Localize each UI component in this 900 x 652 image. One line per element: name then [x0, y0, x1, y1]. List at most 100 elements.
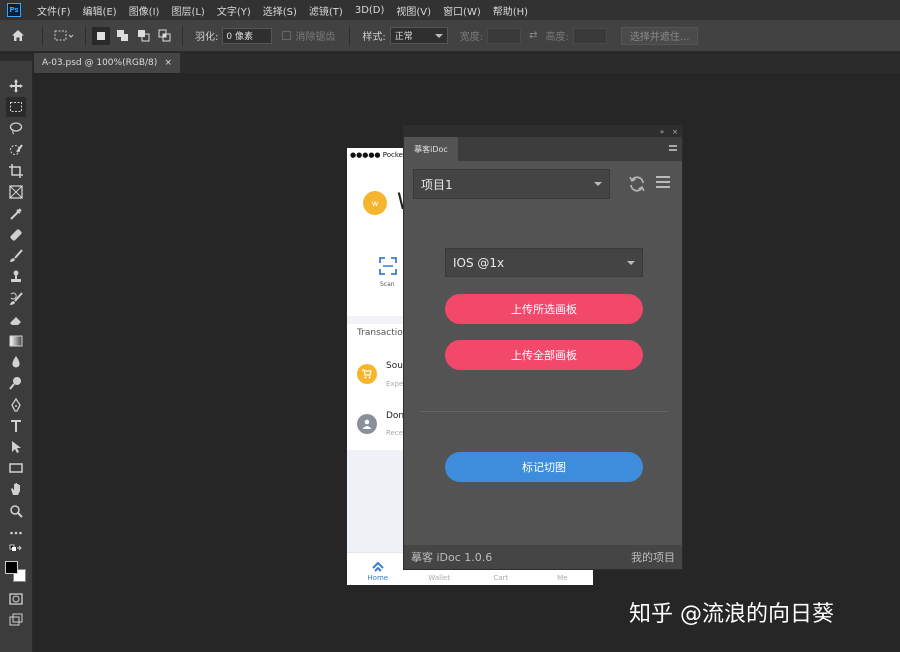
pen-tool[interactable]: [6, 395, 26, 415]
swap-dimensions-icon[interactable]: ⇄: [529, 30, 537, 41]
menu-help[interactable]: 帮助(H): [487, 3, 534, 18]
panel-footer: 摹客 iDoc 1.0.6 我的项目: [404, 545, 682, 569]
intersect-selection-button[interactable]: [155, 27, 173, 45]
height-label: 高度:: [545, 32, 569, 43]
home-button[interactable]: [0, 29, 36, 42]
feather-input[interactable]: 0 像素: [222, 27, 273, 44]
tab-home[interactable]: Home: [347, 553, 409, 585]
subtract-selection-button[interactable]: [134, 27, 152, 45]
marquee-icon: [54, 30, 74, 40]
transactions-title: Transaction: [357, 328, 409, 338]
scan-label: Scan: [380, 281, 395, 288]
quick-mask-button[interactable]: [6, 589, 26, 609]
panel-menu-icon[interactable]: [669, 145, 677, 151]
clone-stamp-tool[interactable]: [6, 267, 26, 287]
menu-view[interactable]: 视图(V): [390, 3, 437, 18]
tab-label: Me: [557, 574, 568, 582]
foreground-color-swatch[interactable]: [5, 561, 18, 574]
tab-idoc[interactable]: 摹客iDoc: [404, 137, 458, 161]
history-brush-icon: [10, 292, 23, 305]
refresh-icon[interactable]: [628, 175, 646, 193]
width-input[interactable]: [487, 27, 522, 44]
eraser-tool[interactable]: [6, 310, 26, 330]
frame-tool[interactable]: [6, 182, 26, 202]
menu-window[interactable]: 窗口(W): [437, 3, 487, 18]
project-select[interactable]: 项目1: [413, 169, 610, 199]
idoc-panel: » × 摹客iDoc 项目1 IOS @1x 上传所选画板 上传全部画板 标记切…: [403, 125, 683, 570]
dodge-tool[interactable]: [6, 373, 26, 393]
move-tool[interactable]: [6, 76, 26, 96]
menu-image[interactable]: 图像(I): [123, 3, 166, 18]
menu-select[interactable]: 选择(S): [257, 3, 303, 18]
upload-all-artboards-button[interactable]: 上传全部画板: [445, 340, 643, 370]
new-selection-button[interactable]: [92, 26, 110, 45]
scan-icon: [379, 257, 397, 275]
path-selection-tool[interactable]: [6, 437, 26, 457]
version-label: 摹客 iDoc 1.0.6: [411, 551, 493, 564]
quick-selection-icon: [10, 144, 23, 155]
toolbox-header[interactable]: [0, 53, 33, 61]
cart-icon: [357, 364, 377, 384]
close-icon[interactable]: ×: [164, 58, 172, 68]
panel-tab-row: 摹客iDoc: [404, 137, 682, 161]
type-tool[interactable]: [6, 416, 26, 436]
upload-selected-artboards-button[interactable]: 上传所选画板: [445, 294, 643, 324]
style-select[interactable]: 正常: [389, 27, 448, 44]
screen-mode-icon: [9, 613, 23, 626]
document-tab[interactable]: A-03.psd @ 100%(RGB/8) ×: [34, 53, 180, 73]
color-swatches[interactable]: [4, 560, 28, 584]
blur-tool[interactable]: [6, 352, 26, 372]
select-and-mask-button[interactable]: 选择并遮住...: [620, 26, 699, 45]
tool-preset-picker[interactable]: [49, 26, 79, 46]
rectangle-icon: [9, 463, 23, 473]
height-input[interactable]: [572, 27, 607, 44]
toolbox: [0, 61, 33, 652]
scale-value: IOS @1x: [453, 255, 505, 270]
document-tab-title: A-03.psd @ 100%(RGB/8): [42, 58, 158, 68]
eyedropper-tool[interactable]: [6, 204, 26, 224]
avatar: w: [363, 191, 387, 215]
lasso-tool[interactable]: [6, 118, 26, 138]
edit-toolbar-button[interactable]: [6, 523, 26, 543]
rectangle-tool[interactable]: [6, 458, 26, 478]
crop-icon: [9, 164, 23, 178]
chevron-down-icon: [594, 182, 602, 186]
home-icon: [372, 562, 384, 572]
quick-selection-tool[interactable]: [6, 140, 26, 160]
photoshop-logo-icon[interactable]: Ps: [7, 3, 21, 17]
reset-colors-button[interactable]: [6, 541, 26, 561]
tab-label: Wallet: [428, 574, 451, 582]
crop-tool[interactable]: [6, 161, 26, 181]
menu-layer[interactable]: 图层(L): [165, 3, 210, 18]
magnifier-icon: [10, 505, 23, 518]
panel-titlebar[interactable]: » ×: [404, 126, 682, 137]
mark-slices-button[interactable]: 标记切图: [445, 452, 643, 482]
my-projects-link[interactable]: 我的项目: [631, 549, 675, 565]
collapse-icon[interactable]: »: [660, 128, 664, 136]
quick-mask-icon: [9, 593, 23, 605]
chevron-down-icon: [627, 260, 635, 265]
menu-type[interactable]: 文字(Y): [211, 3, 257, 18]
marquee-tool[interactable]: [6, 97, 26, 117]
more-icon: [10, 531, 22, 535]
menu-edit[interactable]: 编辑(E): [77, 3, 123, 18]
project-value: 项目1: [421, 177, 453, 192]
brush-tool[interactable]: [6, 246, 26, 266]
menu-3d[interactable]: 3D(D): [349, 5, 391, 16]
frame-icon: [9, 185, 23, 199]
healing-brush-tool[interactable]: [6, 225, 26, 245]
hamburger-menu-icon[interactable]: [656, 176, 670, 188]
chevron-down-icon: [434, 33, 443, 38]
close-icon[interactable]: ×: [672, 128, 678, 136]
add-selection-button[interactable]: [113, 27, 131, 45]
intersect-selection-icon: [158, 29, 170, 42]
screen-mode-button[interactable]: [6, 610, 26, 630]
hand-tool[interactable]: [6, 479, 26, 499]
antialias-checkbox[interactable]: 消除锯齿: [282, 28, 335, 43]
history-brush-tool[interactable]: [6, 289, 26, 309]
gradient-tool[interactable]: [6, 331, 26, 351]
menu-filter[interactable]: 滤镜(T): [303, 3, 349, 18]
menu-file[interactable]: 文件(F): [31, 3, 77, 18]
zoom-tool[interactable]: [6, 501, 26, 521]
scale-select[interactable]: IOS @1x: [445, 248, 643, 277]
